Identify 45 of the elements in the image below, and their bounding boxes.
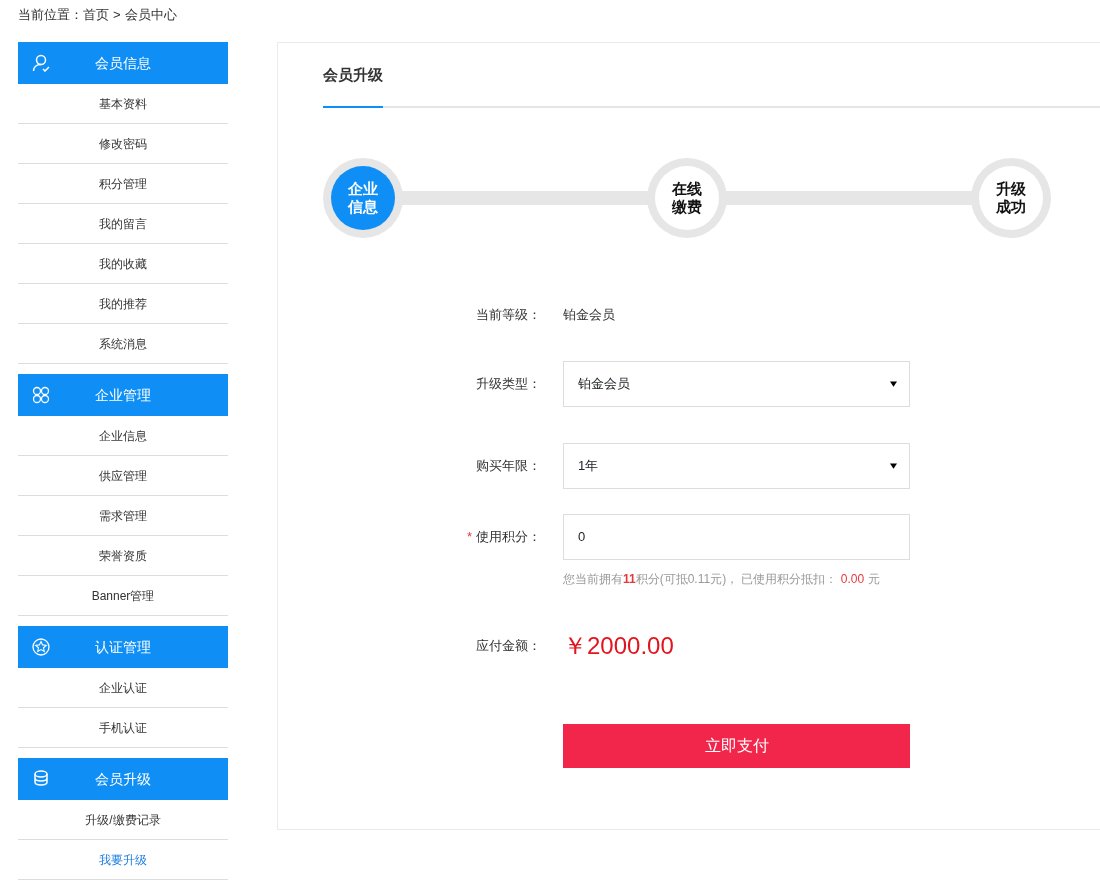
sidebar-item[interactable]: 供应管理 xyxy=(18,456,228,496)
sidebar-section-title: 企业管理 xyxy=(94,385,152,405)
field-label: 使用积分： xyxy=(476,528,541,544)
field-label: 应付金额： xyxy=(476,637,541,653)
sidebar-item[interactable]: 我要升级 xyxy=(18,840,228,880)
points-hint: 您当前拥有11积分(可抵0.11元)， 已使用积分抵扣： 0.00 元 xyxy=(563,570,881,588)
sidebar-item[interactable]: 我的推荐 xyxy=(18,284,228,324)
sidebar-item[interactable]: Banner管理 xyxy=(18,576,228,616)
amount-due: ￥2000.00 xyxy=(563,630,674,661)
coin-stack-icon xyxy=(32,770,50,788)
user-check-icon xyxy=(32,54,50,72)
breadcrumb-link[interactable]: 会员中心 xyxy=(124,7,177,22)
pay-button[interactable]: 立即支付 xyxy=(563,723,910,768)
step-circle: 在线缴费 xyxy=(647,158,727,238)
four-circles-icon xyxy=(32,386,50,404)
sidebar-section-title: 认证管理 xyxy=(94,637,152,657)
sidebar-item[interactable]: 我的收藏 xyxy=(18,244,228,284)
field-label: 购买年限： xyxy=(476,457,541,473)
step-circle: 升级成功 xyxy=(971,158,1051,238)
sidebar-section-title: 会员信息 xyxy=(94,53,152,73)
sidebar-item[interactable]: 积分管理 xyxy=(18,164,228,204)
breadcrumb-label: 当前位置： xyxy=(18,7,83,22)
sidebar-item[interactable]: 荣誉资质 xyxy=(18,536,228,576)
star-circle-icon xyxy=(32,638,50,656)
sidebar-item[interactable]: 系统消息 xyxy=(18,324,228,364)
select-field[interactable]: 1年 xyxy=(563,442,910,489)
field-value: 铂金会员 xyxy=(563,306,615,324)
field-label: 升级类型： xyxy=(476,375,541,391)
select-field[interactable]: 铂金会员 xyxy=(563,360,910,407)
sidebar-item[interactable]: 修改密码 xyxy=(18,124,228,164)
step-circle: 企业信息 xyxy=(323,158,403,238)
required-marker: * xyxy=(466,528,472,544)
sidebar-item[interactable]: 手机认证 xyxy=(18,708,228,748)
breadcrumb-link[interactable]: 首页 xyxy=(83,7,109,22)
sidebar-item[interactable]: 我的留言 xyxy=(18,204,228,244)
sidebar-item[interactable]: 基本资料 xyxy=(18,84,228,124)
sidebar-item[interactable]: 升级/缴费记录 xyxy=(18,800,228,840)
field-label: 当前等级： xyxy=(476,307,541,322)
sidebar-section-title: 会员升级 xyxy=(94,769,152,789)
sidebar-item[interactable]: 需求管理 xyxy=(18,496,228,536)
sidebar-item[interactable]: 企业信息 xyxy=(18,416,228,456)
breadcrumb-separator: > xyxy=(113,7,121,22)
input-field[interactable]: 0 xyxy=(563,513,910,560)
sidebar-item[interactable]: 企业认证 xyxy=(18,668,228,708)
tab[interactable]: 会员升级 xyxy=(323,63,383,108)
